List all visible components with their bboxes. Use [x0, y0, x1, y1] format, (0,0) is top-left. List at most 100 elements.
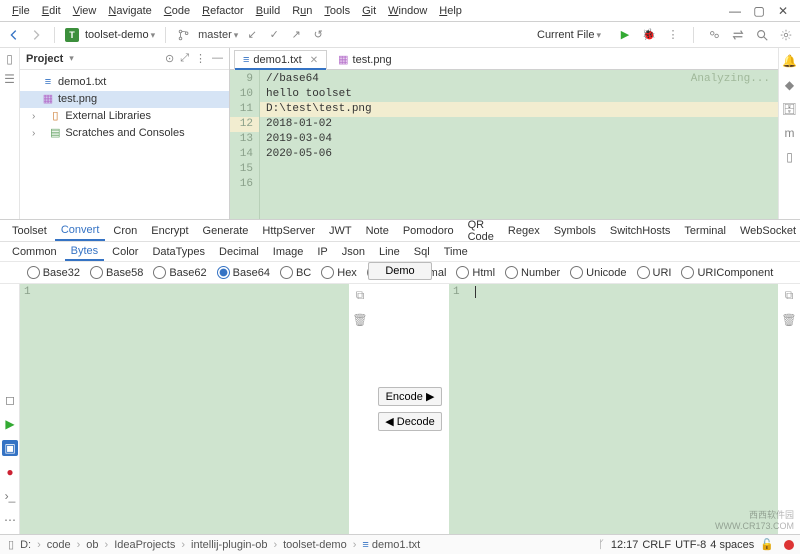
sub-sql[interactable]: Sql [408, 244, 436, 260]
ai-assistant-icon[interactable]: ◆ [785, 78, 794, 92]
breadcrumb[interactable]: intellij-plugin-ob [191, 539, 267, 551]
toolset-tab-convert[interactable]: Convert [55, 221, 106, 241]
radio-base62[interactable]: Base62 [153, 266, 206, 279]
notifications-icon[interactable]: 🔔 [782, 54, 797, 68]
search-everywhere-icon[interactable] [754, 27, 770, 43]
run-button[interactable]: ▶ [617, 27, 633, 43]
nav-back-button[interactable] [6, 27, 22, 43]
toolset-tab-switchhosts[interactable]: SwitchHosts [604, 222, 677, 240]
tree-item-scratches[interactable]: ▤Scratches and Consoles [20, 125, 229, 142]
maven-tool-icon[interactable]: m [785, 126, 795, 140]
sub-common[interactable]: Common [6, 244, 63, 260]
encode-button[interactable]: Encode ▶ [378, 387, 442, 406]
breadcrumb[interactable]: ob [86, 539, 98, 551]
vcs-push-icon[interactable]: ↗ [288, 27, 304, 43]
tree-item-external-libs[interactable]: ▯External Libraries [20, 108, 229, 125]
structure-tool-icon[interactable]: ☰ [4, 72, 15, 86]
sub-ip[interactable]: IP [311, 244, 333, 260]
toolset-tab-pomodoro[interactable]: Pomodoro [397, 222, 460, 240]
sub-color[interactable]: Color [106, 244, 144, 260]
run-window-icon[interactable]: ▶ [2, 416, 18, 432]
menu-edit[interactable]: Edit [36, 3, 67, 19]
breadcrumb[interactable]: code [47, 539, 71, 551]
sub-time[interactable]: Time [438, 244, 474, 260]
tab-demo1[interactable]: ≡demo1.txt✕ [234, 50, 327, 70]
toolset-tab-httpserver[interactable]: HttpServer [256, 222, 321, 240]
git-branch[interactable]: master▾ [198, 29, 238, 41]
hide-panel-icon[interactable]: — [212, 52, 223, 65]
ide-updates-icon[interactable] [730, 27, 746, 43]
breadcrumb-root[interactable]: D: [20, 539, 31, 551]
sub-line[interactable]: Line [373, 244, 406, 260]
panel-settings-icon[interactable]: ⋮ [195, 52, 206, 65]
radio-uricomponent[interactable]: URIComponent [681, 266, 773, 279]
radio-hex[interactable]: Hex [321, 266, 357, 279]
toolset-tab-toolset[interactable]: Toolset [6, 222, 53, 240]
status-encoding[interactable]: UTF-8 [675, 539, 706, 551]
toolset-tab-terminal[interactable]: Terminal [678, 222, 732, 240]
more-actions-icon[interactable]: ⋮ [665, 27, 681, 43]
menu-run[interactable]: Run [286, 3, 318, 19]
radio-bc[interactable]: BC [280, 266, 311, 279]
status-error-indicator[interactable] [784, 540, 794, 550]
menu-tools[interactable]: Tools [318, 3, 356, 19]
radio-unicode[interactable]: Unicode [570, 266, 626, 279]
window-close-button[interactable]: ✕ [776, 4, 790, 18]
toolset-tab-cron[interactable]: Cron [107, 222, 143, 240]
sub-bytes[interactable]: Bytes [65, 243, 105, 261]
demo-button[interactable]: Demo [368, 262, 432, 280]
code-area[interactable]: Analyzing... //base64 hello toolset D:\t… [260, 70, 778, 219]
breadcrumb[interactable]: toolset-demo [283, 539, 347, 551]
window-maximize-button[interactable]: ▢ [752, 4, 766, 18]
problems-icon[interactable]: ⋯ [2, 512, 18, 528]
run-config-selector[interactable]: Current File▾ [529, 27, 609, 43]
terminal-window-icon[interactable]: ›_ [2, 488, 18, 504]
menu-file[interactable]: File [6, 3, 36, 19]
bookmarks-icon[interactable]: ◻ [2, 392, 18, 408]
copy-icon[interactable]: ⧉ [356, 288, 365, 303]
vcs-history-icon[interactable]: ↺ [310, 27, 326, 43]
toolset-tab-regex[interactable]: Regex [502, 222, 546, 240]
status-menu-icon[interactable]: ▯ [6, 538, 16, 551]
clear-icon[interactable]: 🗑 [352, 313, 367, 327]
debug-button[interactable]: 🐞 [641, 27, 657, 43]
radio-uri[interactable]: URI [637, 266, 672, 279]
toolset-tab-note[interactable]: Note [360, 222, 395, 240]
decode-button[interactable]: ◀ Decode [378, 412, 442, 431]
toolset-window-icon[interactable]: ▣ [2, 440, 18, 456]
vcs-commit-icon[interactable]: ✓ [266, 27, 282, 43]
sub-json[interactable]: Json [336, 244, 371, 260]
settings-icon[interactable] [778, 27, 794, 43]
breadcrumb-file[interactable]: ≡ demo1.txt [362, 539, 420, 551]
status-readonly-icon[interactable]: 🔓 [758, 538, 776, 551]
radio-base64[interactable]: Base64 [217, 266, 270, 279]
database-tool-icon[interactable]: 🗄 [782, 102, 797, 116]
menu-view[interactable]: View [67, 3, 103, 19]
project-panel-title[interactable]: Project [26, 53, 63, 65]
breadcrumb[interactable]: IdeaProjects [114, 539, 175, 551]
status-indent[interactable]: 4 spaces [710, 539, 754, 551]
convert-input-pane[interactable]: 1 [20, 284, 349, 534]
menu-refactor[interactable]: Refactor [196, 3, 250, 19]
toolset-tab-generate[interactable]: Generate [197, 222, 255, 240]
sub-image[interactable]: Image [267, 244, 310, 260]
status-git-icon[interactable]: ᚴ [596, 539, 607, 551]
nav-forward-button[interactable] [28, 27, 44, 43]
menu-navigate[interactable]: Navigate [102, 3, 157, 19]
select-opened-file-icon[interactable]: ⊙ [165, 52, 174, 65]
clear-output-icon[interactable]: 🗑 [781, 313, 796, 327]
editor-body[interactable]: 9 10 11 12 13 14 15 16 Analyzing... //ba… [230, 70, 778, 219]
toolset-tab-jwt[interactable]: JWT [323, 222, 358, 240]
project-tree[interactable]: ≡demo1.txt ▦test.png ▯External Libraries… [20, 70, 229, 146]
expand-all-icon[interactable]: ⤢ [180, 52, 189, 65]
menu-code[interactable]: Code [158, 3, 196, 19]
window-minimize-button[interactable]: — [728, 4, 742, 18]
project-name[interactable]: toolset-demo▾ [85, 29, 155, 41]
toolset-tab-qrcode[interactable]: QR Code [462, 216, 500, 246]
tree-item-demo1[interactable]: ≡demo1.txt [20, 74, 229, 91]
tree-item-testpng[interactable]: ▦test.png [20, 91, 229, 108]
copy-output-icon[interactable]: ⧉ [785, 288, 794, 303]
radio-number[interactable]: Number [505, 266, 560, 279]
status-line-col[interactable]: 12:17 [611, 539, 639, 551]
gradle-tool-icon[interactable]: ▯ [786, 150, 793, 164]
